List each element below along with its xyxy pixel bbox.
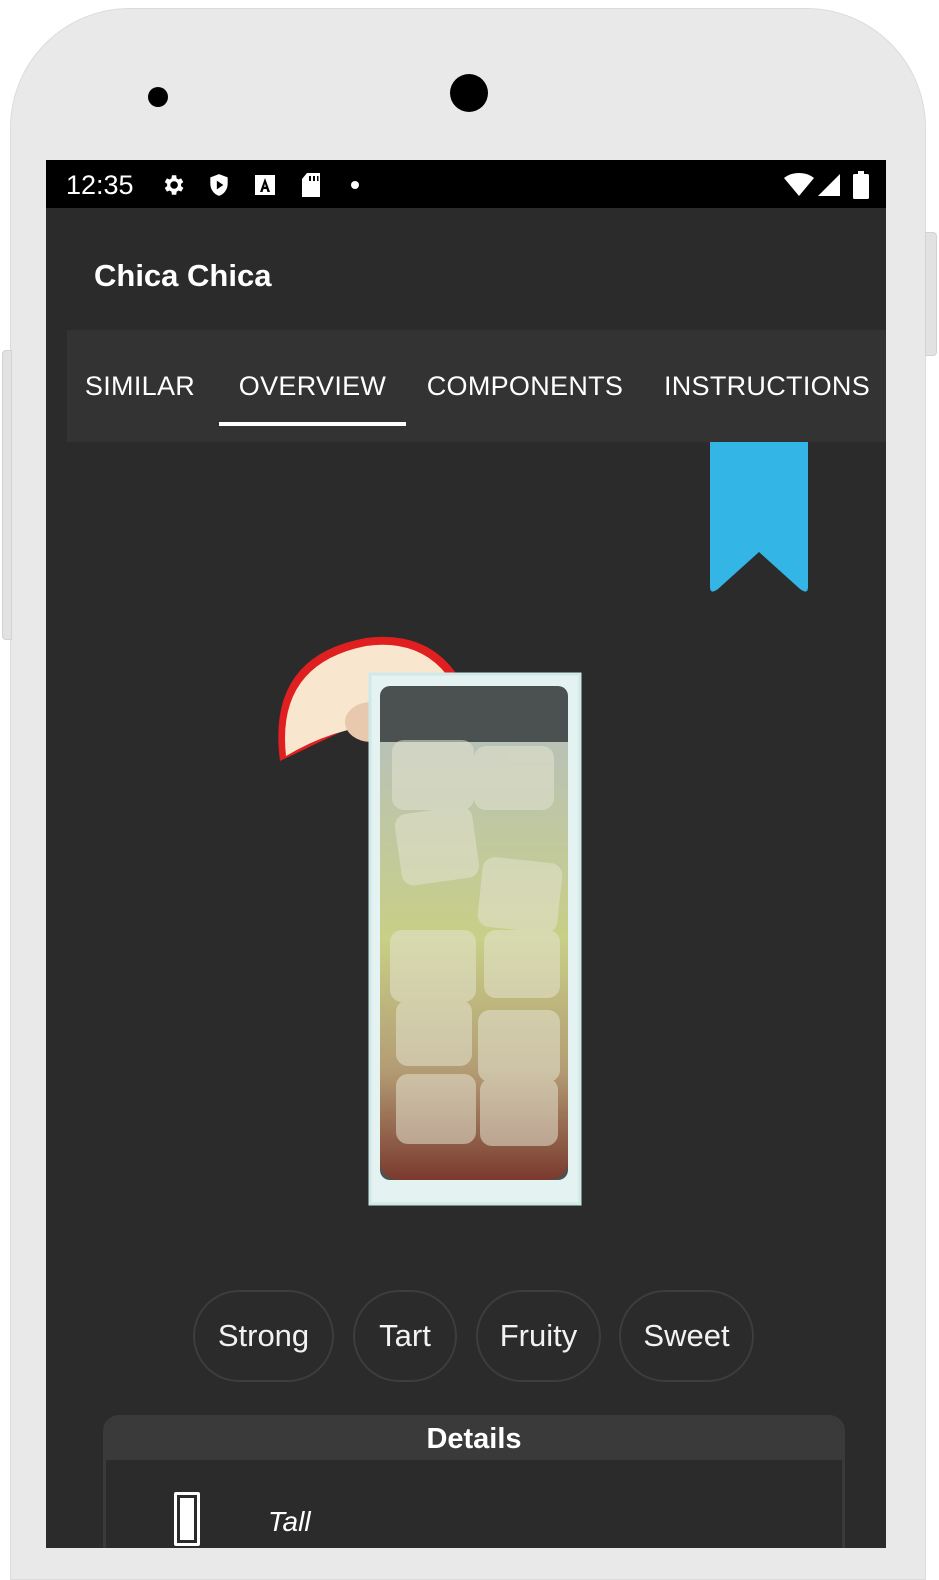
- details-card: Details Tall: [103, 1415, 845, 1548]
- dot-icon: [342, 172, 368, 198]
- front-camera: [450, 74, 488, 112]
- bookmark-icon[interactable]: [710, 442, 808, 595]
- side-button-right: [925, 232, 937, 356]
- flavor-chip-fruity[interactable]: Fruity: [476, 1290, 601, 1382]
- flavor-chip-tart[interactable]: Tart: [353, 1290, 457, 1382]
- tab-similar[interactable]: SIMILAR: [67, 330, 213, 442]
- flavor-chip-strong[interactable]: Strong: [193, 1290, 334, 1382]
- proximity-sensor: [148, 87, 168, 107]
- tab-instructions[interactable]: INSTRUCTIONS: [652, 330, 882, 442]
- sd-card-icon: [298, 172, 324, 198]
- glass-type-value: Tall: [268, 1506, 311, 1537]
- tall-glass-icon: [368, 672, 582, 1206]
- shield-play-icon: [206, 172, 232, 198]
- status-bar: 12:35: [46, 160, 886, 208]
- tab-components[interactable]: COMPONENTS: [418, 330, 632, 442]
- text-a-icon: [252, 172, 278, 198]
- tab-selected-indicator: [219, 422, 406, 426]
- details-header: Details: [106, 1418, 842, 1460]
- wifi-icon: [784, 172, 814, 198]
- signal-icon: [816, 172, 842, 198]
- drink-illustration: [266, 630, 596, 1210]
- side-button-left: [2, 350, 12, 640]
- app-bar: Chica Chica: [46, 208, 886, 330]
- status-time: 12:35: [66, 170, 134, 200]
- gear-icon: [160, 172, 186, 198]
- page-title: Chica Chica: [94, 258, 272, 293]
- tab-bar: SIMILAR OVERVIEW COMPONENTS INSTRUCTIONS: [67, 330, 886, 442]
- phone-screen: 12:35 Chica Chica SIMILAR OVERVIEW COMPO…: [46, 160, 886, 1548]
- flavor-chip-sweet[interactable]: Sweet: [619, 1290, 754, 1382]
- tall-glass-icon: [174, 1492, 200, 1546]
- battery-icon: [852, 171, 870, 199]
